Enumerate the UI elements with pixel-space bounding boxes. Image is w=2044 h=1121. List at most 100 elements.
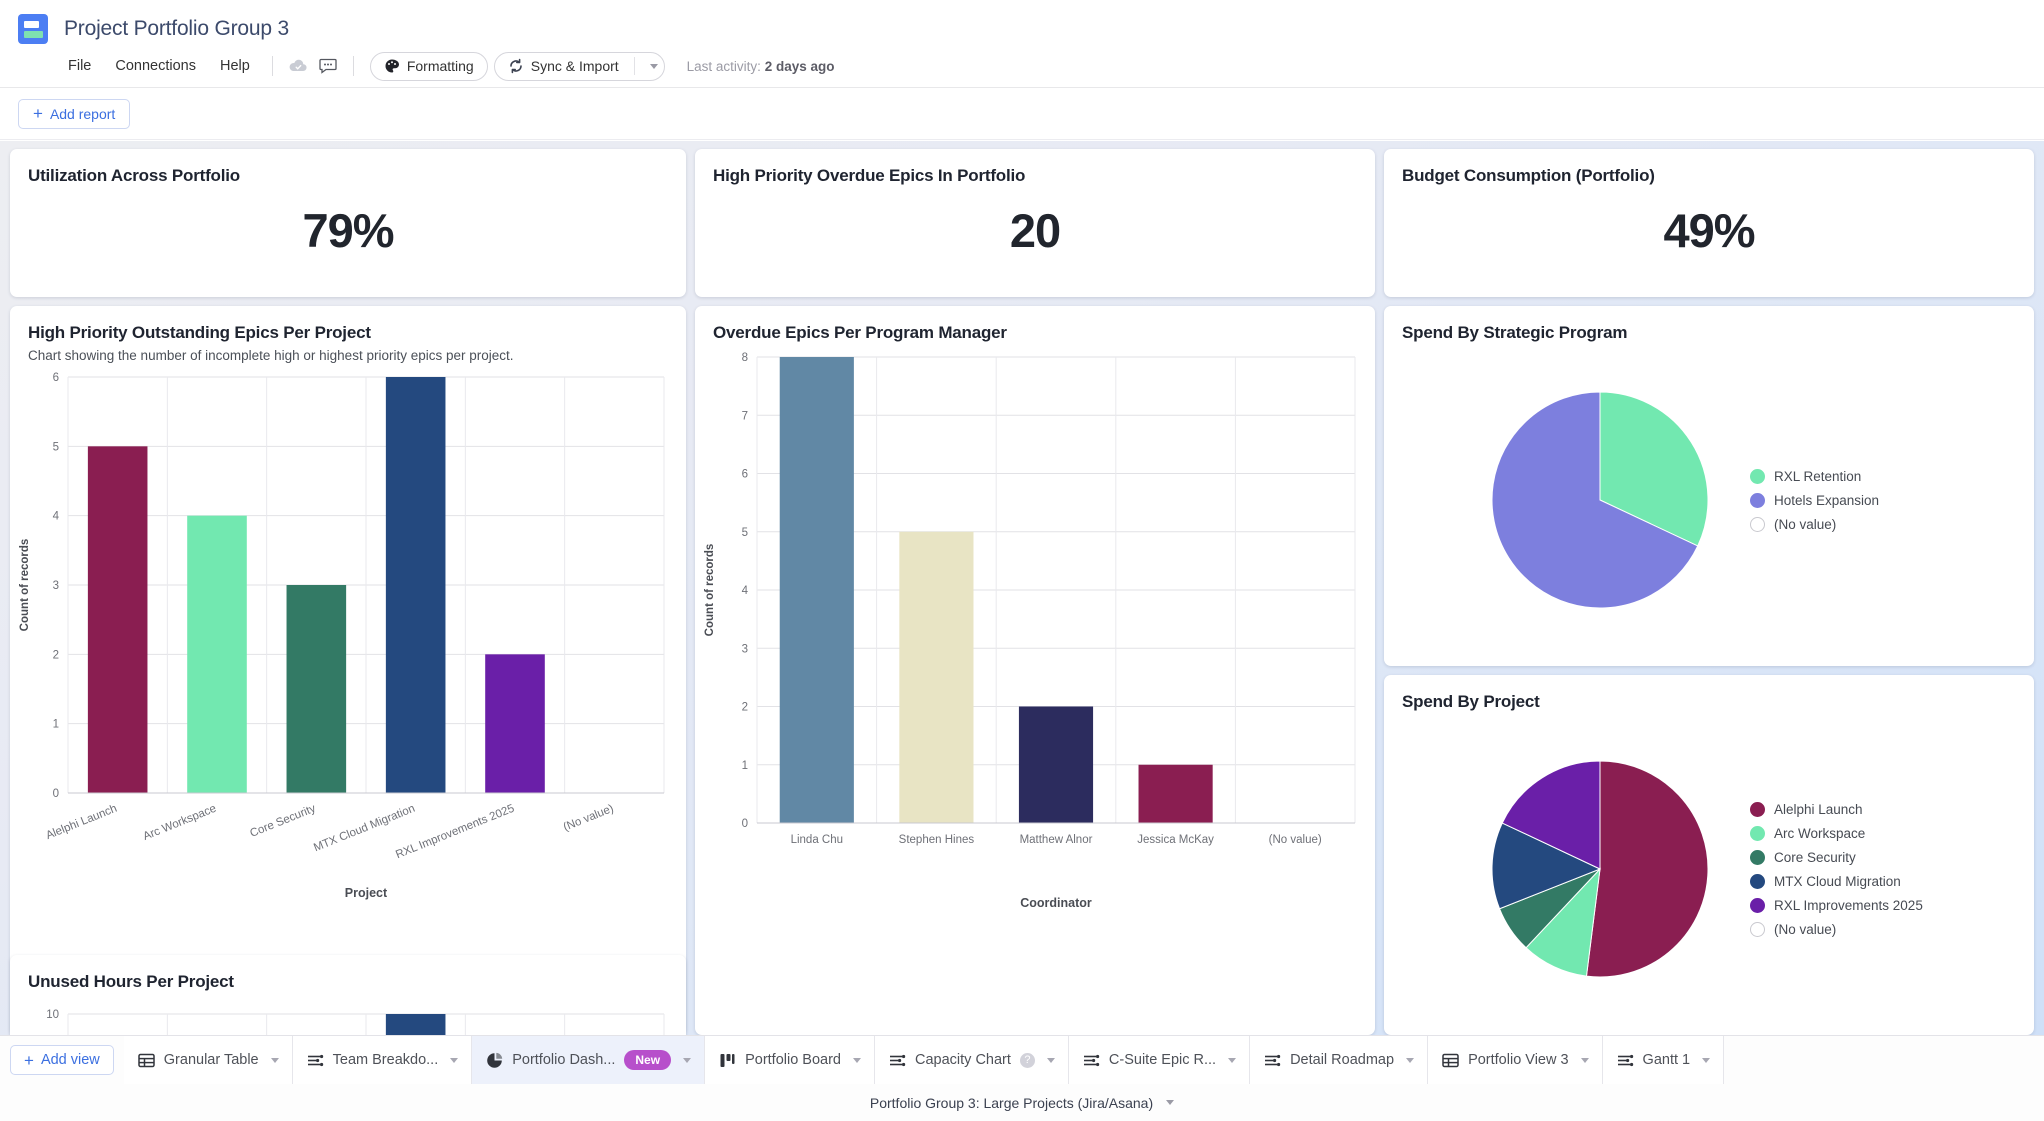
kpi-card-budget-consumption[interactable]: Budget Consumption (Portfolio) 49% — [1384, 149, 2034, 297]
legend-label: Arc Workspace — [1774, 825, 1866, 841]
legend-swatch — [1750, 921, 1765, 937]
page-title[interactable]: Project Portfolio Group 3 — [64, 17, 289, 41]
svg-text:1: 1 — [742, 760, 748, 772]
legend-swatch — [1750, 492, 1765, 508]
legend-item[interactable]: Alelphi Launch — [1750, 801, 1923, 817]
legend-swatch — [1750, 468, 1765, 484]
pie-legend: RXL Retention Hotels Expansion (No value) — [1750, 468, 1879, 532]
table-icon — [138, 1052, 155, 1069]
menu-file[interactable]: File — [56, 54, 103, 78]
board-icon — [719, 1052, 736, 1069]
list-icon — [1617, 1052, 1634, 1069]
chevron-down-icon[interactable] — [1166, 1100, 1175, 1105]
kpi-card-utilization[interactable]: Utilization Across Portfolio 79% — [10, 149, 686, 297]
comment-icon[interactable] — [313, 53, 343, 79]
legend-item[interactable]: Hotels Expansion — [1750, 492, 1879, 508]
formatting-button[interactable]: Formatting — [369, 51, 488, 81]
tab-label: Portfolio Dash... — [512, 1052, 616, 1068]
data-source-label: Portfolio Group 3: Large Projects (Jira/… — [869, 1094, 1154, 1111]
pie-column: Spend By Strategic Program RXL Retention… — [1384, 306, 2034, 1035]
tab-portfolio-board[interactable]: Portfolio Board — [705, 1036, 875, 1084]
tab-label: Team Breakdo... — [332, 1052, 439, 1068]
new-badge: New — [624, 1050, 672, 1070]
palette-icon — [384, 58, 400, 74]
svg-text:Project: Project — [345, 886, 388, 900]
chevron-down-icon[interactable] — [649, 63, 658, 69]
svg-text:3: 3 — [742, 643, 748, 655]
legend-swatch — [1750, 897, 1765, 913]
chevron-down-icon[interactable] — [450, 1057, 459, 1063]
svg-text:Count of records: Count of records — [704, 544, 716, 637]
tab-portfolio-dash[interactable]: Portfolio Dash... New — [472, 1036, 706, 1084]
tab-c-suite-epic-r[interactable]: C-Suite Epic R... — [1068, 1036, 1251, 1084]
legend-item[interactable]: MTX Cloud Migration — [1750, 873, 1923, 889]
pie-box — [1384, 380, 1720, 620]
svg-text:6: 6 — [53, 372, 59, 384]
svg-text:4: 4 — [53, 511, 60, 523]
chevron-down-icon[interactable] — [1702, 1057, 1711, 1063]
tab-portfolio-view-3[interactable]: Portfolio View 3 — [1428, 1036, 1603, 1084]
dashboard-grid: Utilization Across Portfolio 79% High Pr… — [0, 141, 2044, 1035]
plus-icon: + — [24, 1050, 34, 1070]
last-activity-label: Last activity: — [686, 58, 761, 74]
legend-item[interactable]: Core Security — [1750, 849, 1923, 865]
list-icon — [1083, 1052, 1100, 1069]
chevron-down-icon[interactable] — [1580, 1057, 1589, 1063]
menu-bar: File Connections Help Formatting Sync & … — [0, 48, 2044, 84]
table-icon — [1442, 1052, 1459, 1069]
svg-text:Alelphi Launch: Alelphi Launch — [44, 803, 118, 842]
divider — [352, 56, 354, 76]
list-icon — [889, 1052, 906, 1069]
chart-card-high-priority-epics[interactable]: High Priority Outstanding Epics Per Proj… — [10, 306, 686, 1035]
pie-box — [1384, 749, 1720, 989]
tab-label: Granular Table — [163, 1052, 259, 1068]
chart-card-overdue-per-manager[interactable]: Overdue Epics Per Program Manager 0 1 2 3 4 5… — [695, 306, 1375, 1035]
legend-item[interactable]: (No value) — [1750, 516, 1879, 532]
add-report-button[interactable]: + Add report — [18, 98, 131, 129]
data-source-footer[interactable]: Portfolio Group 3: Large Projects (Jira/… — [0, 1084, 2044, 1121]
add-view-button[interactable]: + Add view — [10, 1045, 114, 1075]
plus-icon: + — [33, 104, 43, 123]
chevron-down-icon[interactable] — [1228, 1057, 1237, 1063]
chevron-down-icon[interactable] — [1406, 1057, 1415, 1063]
legend-item[interactable]: Arc Workspace — [1750, 825, 1923, 841]
svg-text:8: 8 — [742, 352, 748, 364]
tab-capacity-chart[interactable]: Capacity Chart? — [875, 1036, 1069, 1084]
chart-card-spend-by-project[interactable]: Spend By Project Alelphi Launch Arc Works… — [1384, 675, 2034, 1035]
legend-swatch — [1750, 825, 1765, 841]
legend-item[interactable]: (No value) — [1750, 921, 1923, 937]
menu-connections[interactable]: Connections — [103, 54, 208, 78]
tab-detail-roadmap[interactable]: Detail Roadmap — [1250, 1036, 1429, 1084]
help-icon[interactable]: ? — [1019, 1052, 1035, 1068]
cloud-saved-icon[interactable] — [283, 53, 313, 79]
tab-gantt-1[interactable]: Gantt 1 — [1602, 1036, 1725, 1084]
chevron-down-icon[interactable] — [1046, 1057, 1055, 1063]
spreadsheet-logo-icon — [18, 14, 48, 44]
chart-card-spend-by-program[interactable]: Spend By Strategic Program RXL Retention… — [1384, 306, 2034, 666]
title-row: Project Portfolio Group 3 — [0, 0, 2044, 48]
last-activity: Last activity: 2 days ago — [687, 59, 835, 74]
svg-text:0: 0 — [53, 788, 59, 800]
chevron-down-icon[interactable] — [853, 1057, 861, 1063]
tab-granular-table[interactable]: Granular Table — [123, 1036, 293, 1084]
svg-text:Arc Workspace: Arc Workspace — [142, 803, 219, 843]
chart-title: High Priority Outstanding Epics Per Proj… — [28, 323, 371, 342]
legend-item[interactable]: RXL Retention — [1750, 468, 1879, 484]
legend-item[interactable]: RXL Improvements 2025 — [1750, 897, 1923, 913]
chevron-down-icon[interactable] — [683, 1057, 692, 1063]
legend-swatch — [1750, 873, 1765, 889]
kpi-value: 20 — [1009, 204, 1061, 257]
report-toolbar: + Add report — [0, 88, 2044, 140]
tab-team-breakdo[interactable]: Team Breakdo... — [292, 1036, 473, 1084]
sync-import-button[interactable]: Sync & Import — [493, 51, 665, 81]
svg-text:3: 3 — [53, 580, 59, 592]
divider — [271, 56, 273, 76]
bar-chart-canvas: 0 1 2 3 4 5 6 7 8 Linda Chu Stephen Hines Matthew A… — [695, 343, 1375, 1032]
chevron-down-icon[interactable] — [270, 1057, 279, 1063]
pie-row: RXL Retention Hotels Expansion (No value) — [1384, 343, 2034, 657]
sync-refresh-icon — [508, 58, 524, 74]
chart-title: Overdue Epics Per Program Manager — [713, 323, 1007, 342]
legend-label: (No value) — [1774, 921, 1837, 937]
menu-help[interactable]: Help — [208, 54, 262, 78]
kpi-card-overdue-epics[interactable]: High Priority Overdue Epics In Portfolio… — [695, 149, 1375, 297]
